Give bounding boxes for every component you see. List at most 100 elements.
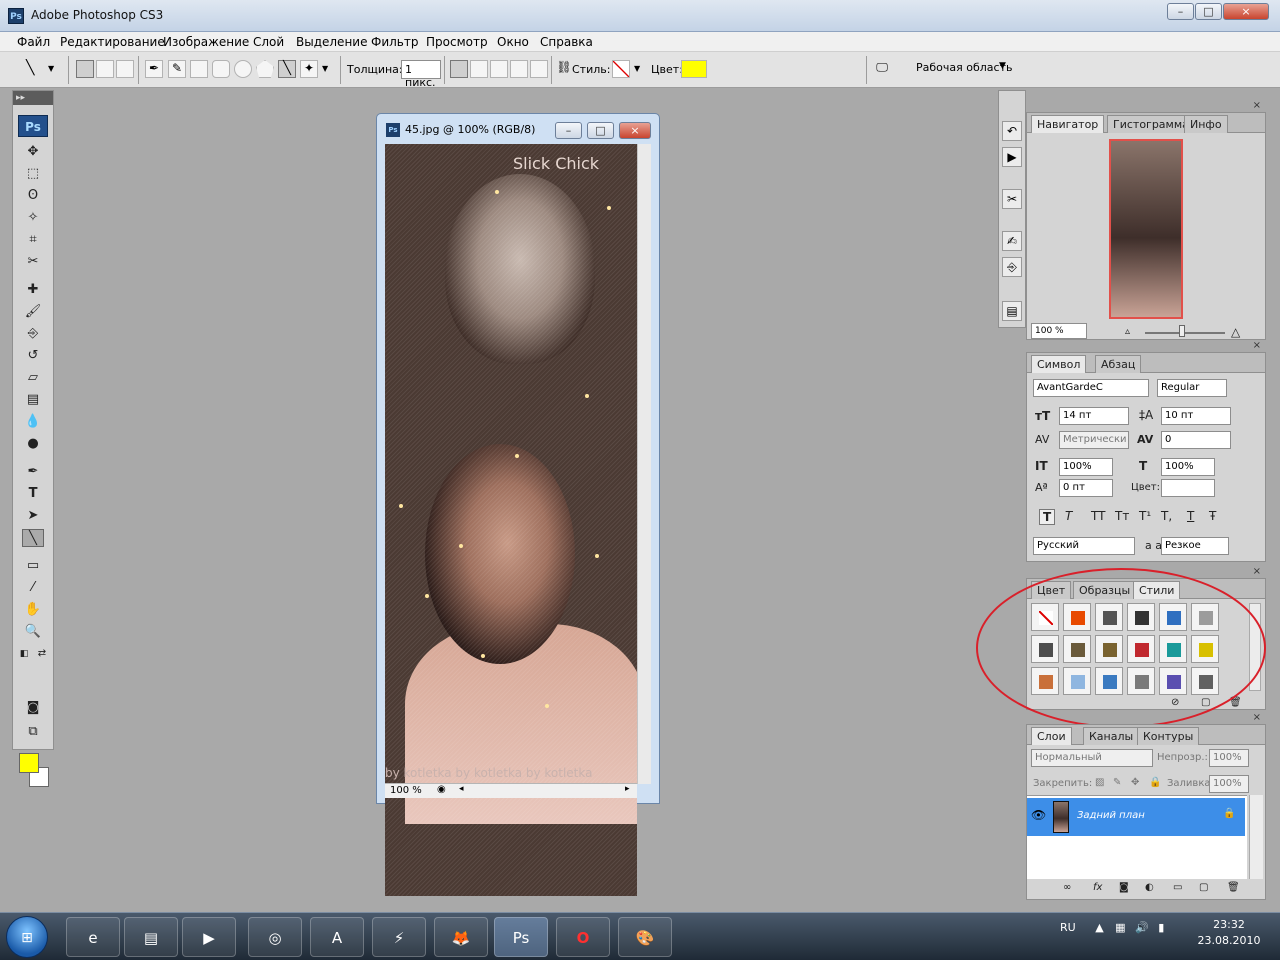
menu-select[interactable]: Выделение xyxy=(296,35,367,49)
zoom-out-icon[interactable]: ▵ xyxy=(1125,326,1130,337)
menu-window[interactable]: Окно xyxy=(497,35,529,49)
style-swatch[interactable] xyxy=(1127,603,1155,631)
language-select[interactable]: Русский xyxy=(1033,537,1135,555)
close-button[interactable]: × xyxy=(1223,3,1269,20)
create-new-shape-layer-icon[interactable] xyxy=(450,60,468,78)
zoom-tool-icon[interactable]: 🔍 xyxy=(22,623,44,641)
history-brush-tool-icon[interactable]: ↺ xyxy=(22,347,44,365)
menu-file[interactable]: Файл xyxy=(17,35,50,49)
start-button[interactable]: ⊞ xyxy=(6,916,48,958)
taskbar-winamp-icon[interactable]: ⚡ xyxy=(372,917,426,957)
style-swatch[interactable] xyxy=(1191,667,1219,695)
tab-layers[interactable]: Слои xyxy=(1031,727,1072,745)
tab-channels[interactable]: Каналы xyxy=(1083,727,1140,745)
style-swatch[interactable] xyxy=(1063,603,1091,631)
freeform-pen-icon[interactable]: ✎ xyxy=(168,60,186,78)
navigator-slider-handle[interactable] xyxy=(1179,325,1185,337)
path-selection-tool-icon[interactable]: ➤ xyxy=(22,507,44,525)
gradient-tool-icon[interactable]: ▤ xyxy=(22,391,44,409)
tab-histogram[interactable]: Гистограмма xyxy=(1107,115,1195,133)
style-swatch[interactable] xyxy=(1127,667,1155,695)
pen-tool-icon[interactable]: ✒ xyxy=(22,463,44,481)
scroll-left-arrow-icon[interactable]: ◂ xyxy=(459,784,464,794)
brushes-panel-icon[interactable]: ✍ xyxy=(1002,231,1022,251)
lock-all-icon[interactable]: 🔒 xyxy=(1149,777,1161,788)
style-swatch[interactable] xyxy=(1063,667,1091,695)
tool-presets-icon[interactable]: ✂ xyxy=(1002,189,1022,209)
eraser-tool-icon[interactable]: ▱ xyxy=(22,369,44,387)
opacity-input[interactable]: 100% xyxy=(1209,749,1249,767)
taskbar-explorer-icon[interactable]: ▤ xyxy=(124,917,178,957)
history-panel-icon[interactable]: ↶ xyxy=(1002,121,1022,141)
tab-character[interactable]: Символ xyxy=(1031,355,1087,373)
geometry-options-arrow-icon[interactable]: ▼ xyxy=(322,60,340,78)
style-swatch[interactable] xyxy=(1159,635,1187,663)
superscript-button[interactable]: T¹ xyxy=(1139,509,1151,523)
ellipse-shape-icon[interactable] xyxy=(234,60,252,78)
paths-mode-icon[interactable] xyxy=(96,60,114,78)
rectangle-shape-icon[interactable] xyxy=(190,60,208,78)
actions-panel-icon[interactable]: ▶ xyxy=(1002,147,1022,167)
tab-paths[interactable]: Контуры xyxy=(1137,727,1200,745)
new-layer-icon[interactable]: ▢ xyxy=(1199,882,1208,893)
font-size-input[interactable]: 14 пт xyxy=(1059,407,1129,425)
layer-name[interactable]: Задний план xyxy=(1077,810,1145,821)
line-tool-preset-icon[interactable]: ╲ xyxy=(26,60,44,78)
font-family-select[interactable]: AvantGardeC xyxy=(1033,379,1149,397)
weight-input[interactable]: 1 пикс. xyxy=(401,60,441,89)
move-tool-icon[interactable]: ✥ xyxy=(22,143,44,161)
menu-filter[interactable]: Фильтр xyxy=(371,35,418,49)
taskbar-clock[interactable]: 23:32 23.08.2010 xyxy=(1196,917,1262,949)
line-shape-icon[interactable]: ╲ xyxy=(278,60,296,78)
tab-swatches[interactable]: Образцы xyxy=(1073,581,1137,599)
marquee-tool-icon[interactable]: ⬚ xyxy=(22,165,44,183)
style-swatch[interactable] xyxy=(1159,603,1187,631)
style-swatch[interactable] xyxy=(1191,603,1219,631)
notes-tool-icon[interactable]: ▭ xyxy=(22,557,44,575)
bridge-icon[interactable]: 🖵 xyxy=(873,60,891,78)
taskbar-media-player-icon[interactable]: ▶ xyxy=(182,917,236,957)
baseline-shift-input[interactable]: 0 пт xyxy=(1059,479,1113,497)
minimize-button[interactable]: – xyxy=(1167,3,1194,20)
toolbox-collapse-icon[interactable]: ▸▸ xyxy=(13,91,53,105)
quick-mask-icon[interactable]: ◙ xyxy=(22,699,44,717)
document-vertical-scrollbar[interactable] xyxy=(637,144,651,784)
style-swatch[interactable] xyxy=(1031,603,1059,631)
clone-source-icon[interactable]: ⎆ xyxy=(1002,257,1022,277)
subscript-button[interactable]: T, xyxy=(1161,509,1172,523)
slice-tool-icon[interactable]: ✂ xyxy=(22,253,44,271)
layer-mask-icon[interactable]: ◙ xyxy=(1119,882,1129,893)
layer-style-icon[interactable]: fx xyxy=(1093,882,1102,893)
horizontal-scale-input[interactable]: 100% xyxy=(1161,458,1215,476)
menu-image[interactable]: Изображение xyxy=(163,35,249,49)
taskbar-app-icon[interactable]: ◎ xyxy=(248,917,302,957)
style-swatch[interactable] xyxy=(1063,635,1091,663)
tracking-input[interactable]: 0 xyxy=(1161,431,1231,449)
menu-layer[interactable]: Слой xyxy=(253,35,284,49)
document-window[interactable]: Ps 45.jpg @ 100% (RGB/8) – □ × Slick Chi… xyxy=(376,113,660,896)
style-swatch[interactable] xyxy=(1031,635,1059,663)
style-swatch[interactable] xyxy=(1127,635,1155,663)
lock-position-icon[interactable]: ✥ xyxy=(1131,777,1139,788)
styles-scrollbar[interactable] xyxy=(1249,603,1261,691)
crop-tool-icon[interactable]: ⌗ xyxy=(22,231,44,249)
type-tool-icon[interactable]: T xyxy=(22,485,44,503)
navigator-thumbnail[interactable] xyxy=(1109,139,1183,319)
maximize-button[interactable]: □ xyxy=(1195,3,1222,20)
style-dropdown-arrow-icon[interactable]: ▼ xyxy=(634,60,652,78)
shape-layers-mode-icon[interactable] xyxy=(76,60,94,78)
taskbar-photoshop-icon[interactable]: Ps xyxy=(494,917,548,957)
leading-input[interactable]: 10 пт xyxy=(1161,407,1231,425)
document-zoom-field[interactable]: 100 % xyxy=(390,785,422,796)
workspace-dropdown-arrow-icon[interactable]: ▼ xyxy=(999,61,1006,71)
tab-styles[interactable]: Стили xyxy=(1133,581,1181,599)
network-icon[interactable]: ▦ xyxy=(1115,921,1125,934)
intersect-shape-areas-icon[interactable] xyxy=(510,60,528,78)
battery-icon[interactable]: ▮ xyxy=(1158,921,1164,934)
menu-help[interactable]: Справка xyxy=(540,35,593,49)
screen-mode-icon[interactable]: ⧉ xyxy=(22,723,44,741)
default-colors-icon[interactable]: ◧ xyxy=(17,645,31,663)
rounded-rectangle-icon[interactable] xyxy=(212,60,230,78)
foreground-color-swatch[interactable] xyxy=(19,753,39,773)
doc-maximize-button[interactable]: □ xyxy=(587,122,614,139)
